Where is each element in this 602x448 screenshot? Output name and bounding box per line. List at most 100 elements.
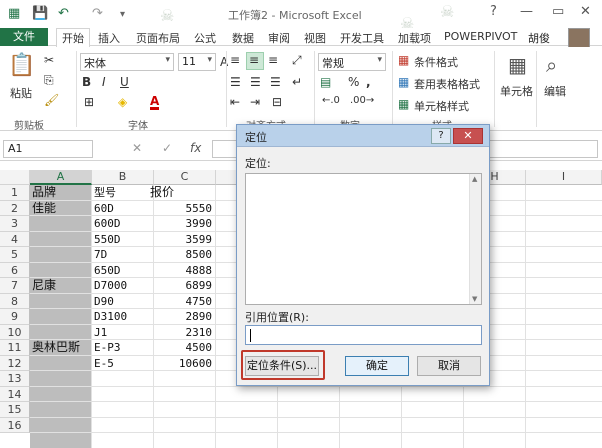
restore-icon[interactable]: ▭	[552, 4, 564, 19]
find-binoculars-icon[interactable]: ⌕	[546, 53, 557, 77]
cell-c11[interactable]: 4500	[150, 340, 213, 355]
paste-icon[interactable]: 📋	[8, 53, 35, 78]
cell-styles-button[interactable]: 单元格样式	[414, 98, 469, 114]
increase-indent-icon[interactable]: ⇥	[250, 95, 260, 109]
save-icon[interactable]: 💾	[32, 6, 48, 21]
insert-function-icon[interactable]: fx	[190, 141, 201, 155]
merge-center-icon[interactable]: ⊟	[272, 95, 282, 109]
goto-list[interactable]: ▲ ▼	[245, 173, 482, 305]
tab-powerpivot[interactable]: POWERPIVOT	[444, 30, 517, 43]
column-header-a[interactable]: A	[30, 170, 92, 185]
bold-button[interactable]: B	[82, 75, 91, 89]
cell-b5[interactable]: 7D	[94, 247, 107, 262]
tab-insert[interactable]: 插入	[98, 30, 120, 46]
row-header-9[interactable]: 9	[0, 309, 30, 325]
cell-b2[interactable]: 60D	[94, 201, 114, 216]
goto-list-scrollbar[interactable]: ▲ ▼	[469, 174, 481, 304]
copy-icon[interactable]: ⎘	[44, 73, 54, 88]
row-header-7[interactable]: 7	[0, 278, 30, 294]
font-name-select[interactable]: 宋体 ▾	[80, 53, 174, 71]
tab-developer[interactable]: 开发工具	[340, 30, 384, 46]
row-header-4[interactable]: 4	[0, 231, 30, 247]
select-all-corner[interactable]	[0, 170, 30, 185]
cell-c1[interactable]: 报价	[150, 185, 174, 200]
scroll-up-icon[interactable]: ▲	[472, 175, 477, 183]
cell-a2[interactable]: 佳能	[32, 201, 56, 216]
tab-home[interactable]: 开始	[56, 28, 90, 47]
row-header-2[interactable]: 2	[0, 200, 30, 216]
increase-decimal-icon[interactable]: ←.0	[322, 95, 340, 106]
row-header-13[interactable]: 13	[0, 371, 30, 387]
goto-special-button[interactable]: 定位条件(S)...	[245, 356, 319, 376]
accounting-format-icon[interactable]: ▤	[320, 75, 331, 89]
cell-a7[interactable]: 尼康	[32, 278, 56, 293]
enter-icon[interactable]: ✓	[162, 141, 172, 155]
borders-icon[interactable]: ⊞	[84, 95, 94, 109]
dialog-title-bar[interactable]: 定位 ? ✕	[237, 125, 489, 147]
cell-b8[interactable]: D90	[94, 294, 114, 309]
cell-c9[interactable]: 2890	[150, 309, 213, 324]
scroll-down-icon[interactable]: ▼	[472, 295, 477, 303]
dialog-close-button[interactable]: ✕	[453, 128, 483, 144]
reference-input[interactable]	[245, 325, 482, 345]
align-bottom-icon[interactable]: ≡	[268, 53, 278, 67]
underline-button[interactable]: U	[120, 75, 129, 89]
cell-c3[interactable]: 3990	[150, 216, 213, 231]
cell-c12[interactable]: 10600	[150, 356, 212, 371]
cancel-button[interactable]: 取消	[417, 356, 481, 376]
tab-data[interactable]: 数据	[232, 30, 254, 46]
cell-a11[interactable]: 奥林巴斯	[32, 340, 80, 355]
user-name[interactable]: 胡俊	[528, 30, 550, 46]
editing-button[interactable]: 编辑	[544, 83, 566, 99]
cut-icon[interactable]: ✂	[44, 53, 54, 67]
cell-b7[interactable]: D7000	[94, 278, 127, 293]
row-header-12[interactable]: 12	[0, 355, 30, 371]
format-as-table-icon[interactable]: ▦	[398, 75, 409, 89]
align-middle-icon[interactable]: ≡	[249, 53, 259, 67]
cell-c6[interactable]: 4888	[150, 263, 213, 278]
name-box[interactable]: A1	[3, 140, 93, 158]
tab-formulas[interactable]: 公式	[194, 30, 216, 46]
row-header-1[interactable]: 1	[0, 185, 30, 201]
column-header-i[interactable]: I	[526, 170, 602, 185]
column-header-b[interactable]: B	[92, 170, 154, 185]
row-header-14[interactable]: 14	[0, 386, 30, 402]
cell-b11[interactable]: E-P3	[94, 340, 121, 355]
tab-page-layout[interactable]: 页面布局	[136, 30, 180, 46]
help-icon[interactable]: ?	[490, 4, 497, 19]
cancel-icon[interactable]: ✕	[132, 141, 142, 155]
row-header-6[interactable]: 6	[0, 262, 30, 278]
orientation-icon[interactable]: ⤢	[292, 53, 302, 68]
conditional-formatting-icon[interactable]: ▦	[398, 53, 409, 67]
cells-icon[interactable]: ▦	[508, 53, 527, 77]
row-header-11[interactable]: 11	[0, 340, 30, 356]
percent-button[interactable]: %	[348, 75, 359, 89]
row-header-5[interactable]: 5	[0, 247, 30, 263]
row-header-10[interactable]: 10	[0, 324, 30, 340]
cells-button[interactable]: 单元格	[500, 83, 533, 99]
tab-review[interactable]: 审阅	[268, 30, 290, 46]
cell-styles-icon[interactable]: ▦	[398, 97, 409, 111]
cell-b10[interactable]: J1	[94, 325, 107, 340]
row-header-8[interactable]: 8	[0, 293, 30, 309]
format-as-table-button[interactable]: 套用表格格式	[414, 76, 480, 92]
comma-button[interactable]: ,	[366, 75, 371, 89]
tab-view[interactable]: 视图	[304, 30, 326, 46]
cell-c7[interactable]: 6899	[150, 278, 213, 293]
customize-qat-icon[interactable]: ▾	[120, 9, 125, 20]
row-header-3[interactable]: 3	[0, 216, 30, 232]
cell-b4[interactable]: 550D	[94, 232, 121, 247]
fill-color-icon[interactable]: ◈	[118, 95, 127, 109]
row-header-15[interactable]: 15	[0, 402, 30, 418]
font-color-button[interactable]: A	[150, 95, 160, 110]
number-format-select[interactable]: 常规 ▾	[318, 53, 386, 71]
cell-b1[interactable]: 型号	[94, 185, 116, 200]
align-center-icon[interactable]: ☰	[250, 75, 261, 89]
avatar[interactable]	[568, 28, 590, 48]
font-size-select[interactable]: 11 ▾	[178, 53, 216, 71]
cell-c5[interactable]: 8500	[150, 247, 213, 262]
close-icon[interactable]: ✕	[580, 4, 591, 19]
cell-c10[interactable]: 2310	[150, 325, 213, 340]
decrease-decimal-icon[interactable]: .00→	[350, 95, 374, 106]
tab-file[interactable]: 文件	[0, 28, 48, 46]
